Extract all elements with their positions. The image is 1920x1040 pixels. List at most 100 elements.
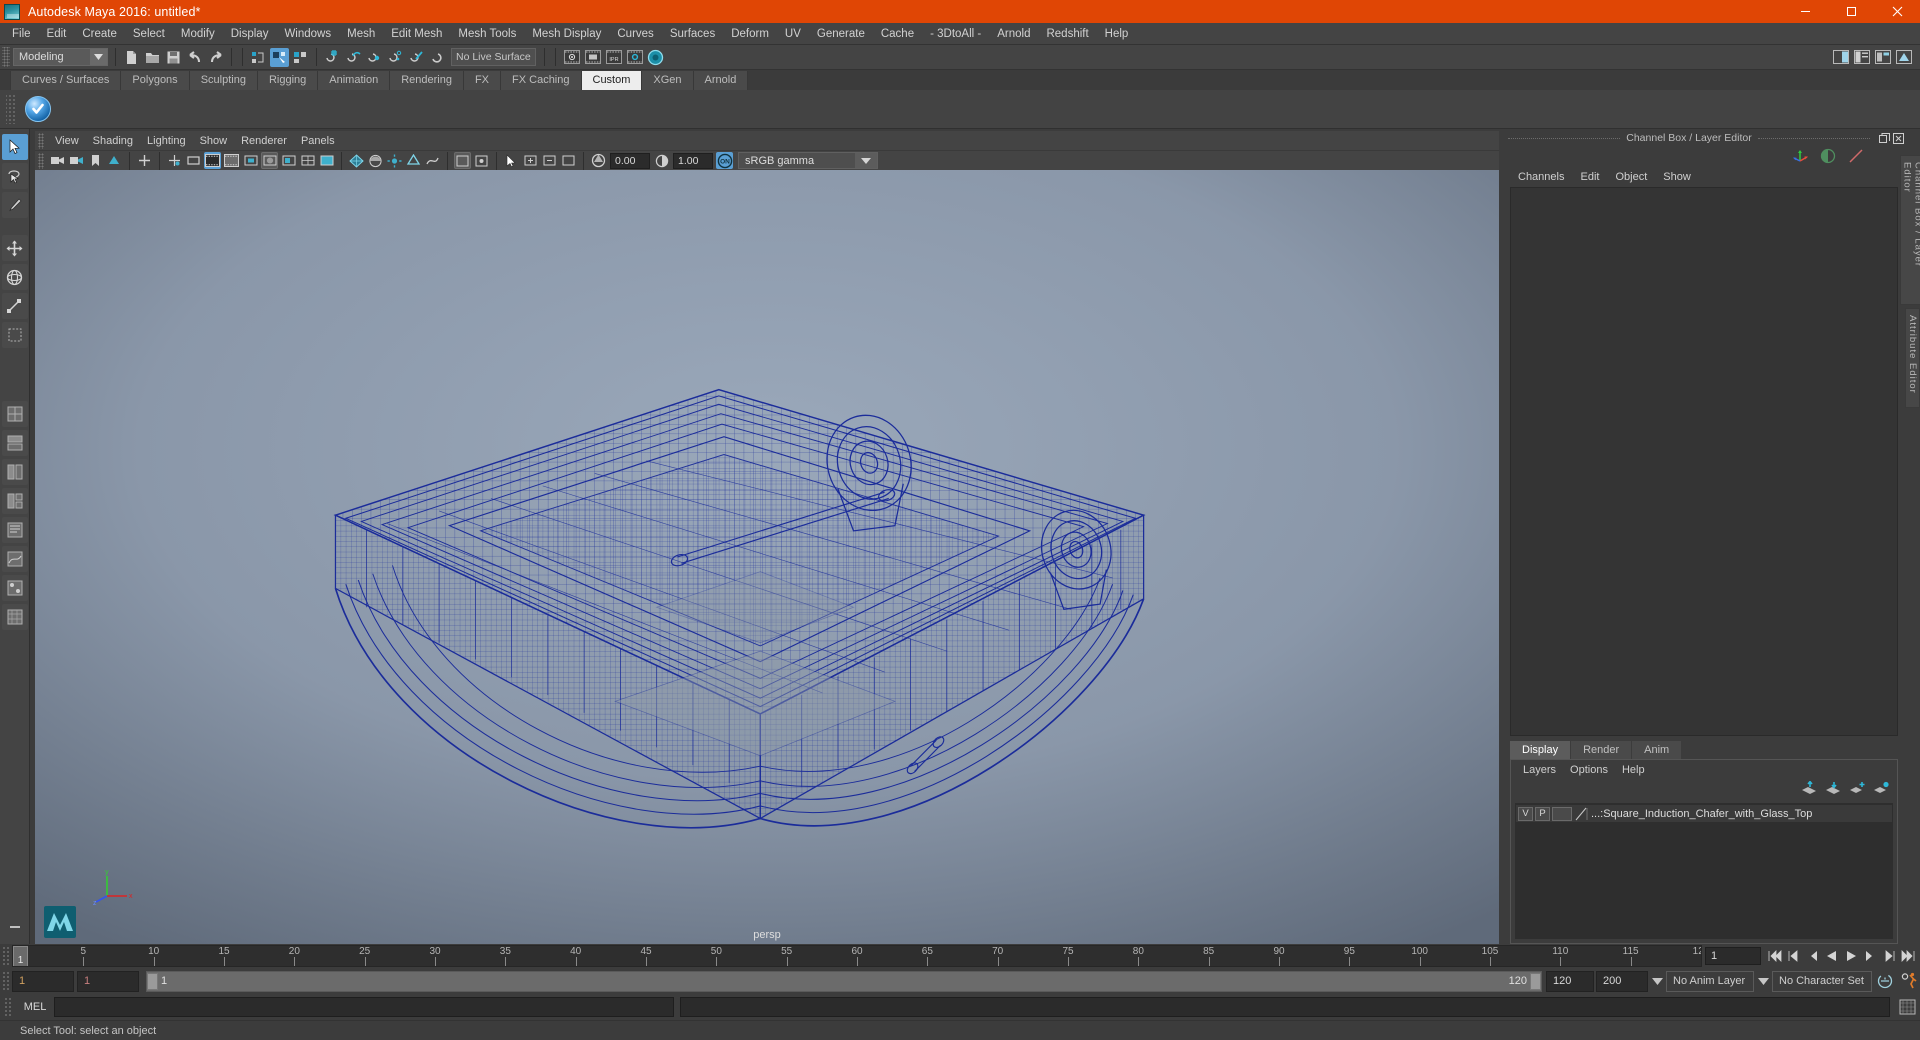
maximize-button[interactable] bbox=[1828, 0, 1874, 23]
last-tool-used[interactable] bbox=[1, 322, 28, 348]
resolution-gate-icon[interactable] bbox=[204, 152, 221, 169]
smooth-shade-icon[interactable] bbox=[318, 152, 335, 169]
exposure-icon[interactable] bbox=[590, 152, 607, 169]
exposure-field[interactable]: 0.00 bbox=[610, 152, 650, 169]
minimize-button[interactable] bbox=[1782, 0, 1828, 23]
animation-start-field[interactable]: 1 bbox=[12, 970, 74, 992]
persp-uv-layout[interactable] bbox=[1, 604, 28, 630]
select-hierarchy-icon[interactable] bbox=[249, 48, 268, 67]
gamma-icon[interactable] bbox=[653, 152, 670, 169]
tool-settings-icon[interactable] bbox=[1873, 48, 1892, 67]
menu-curves[interactable]: Curves bbox=[609, 24, 661, 44]
select-tool[interactable] bbox=[1, 134, 28, 160]
layer-name[interactable]: ...:Square_Induction_Chafer_with_Glass_T… bbox=[1591, 808, 1812, 820]
shelf-tab-animation[interactable]: Animation bbox=[318, 71, 391, 90]
channel-box-menu-channels[interactable]: Channels bbox=[1510, 169, 1572, 185]
layer-visibility-toggle[interactable]: V bbox=[1518, 806, 1533, 821]
snap-projected-icon[interactable] bbox=[386, 48, 405, 67]
viewport-menu-renderer[interactable]: Renderer bbox=[234, 133, 294, 149]
shelf-tab-rendering[interactable]: Rendering bbox=[390, 71, 464, 90]
menu-mesh-display[interactable]: Mesh Display bbox=[524, 24, 609, 44]
anim-layer-selector[interactable]: No Anim Layer bbox=[1666, 970, 1754, 992]
hypershade-layout[interactable] bbox=[1, 575, 28, 601]
channel-box-attribute-list[interactable] bbox=[1510, 187, 1898, 736]
menuset-selector[interactable]: Modeling bbox=[13, 48, 108, 66]
layer-row[interactable]: V P ...:Square_Induction_Chafer_with_Gla… bbox=[1516, 805, 1892, 822]
isolate-select-remove-icon[interactable] bbox=[541, 152, 558, 169]
viewport-toolbar-grip[interactable] bbox=[38, 152, 44, 169]
two-d-pan-zoom-icon[interactable] bbox=[136, 152, 153, 169]
rotate-tool[interactable] bbox=[1, 264, 28, 290]
play-backwards-icon[interactable] bbox=[1822, 947, 1841, 966]
view-transform-selector[interactable]: sRGB gamma bbox=[738, 152, 878, 169]
gamma-field[interactable]: 1.00 bbox=[673, 152, 713, 169]
hypershade-icon[interactable] bbox=[646, 48, 665, 67]
shadows-icon[interactable] bbox=[280, 152, 297, 169]
close-button[interactable] bbox=[1874, 0, 1920, 23]
side-tab-attribute-editor[interactable]: Attribute Editor bbox=[1905, 308, 1920, 408]
film-gate-icon[interactable] bbox=[185, 152, 202, 169]
two-pane-side-layout[interactable] bbox=[1, 459, 28, 485]
menu-deform[interactable]: Deform bbox=[723, 24, 777, 44]
layer-playback-toggle[interactable]: P bbox=[1535, 806, 1550, 821]
output-channels-icon[interactable] bbox=[1846, 146, 1866, 166]
shelf-tab-rigging[interactable]: Rigging bbox=[257, 71, 319, 90]
persp-graph-layout[interactable] bbox=[1, 546, 28, 572]
shape-channels-icon[interactable] bbox=[1818, 146, 1838, 166]
step-back-keyframe-icon[interactable] bbox=[1784, 947, 1803, 966]
layer-list[interactable]: V P ...:Square_Induction_Chafer_with_Gla… bbox=[1515, 803, 1893, 939]
new-scene-icon[interactable] bbox=[122, 48, 141, 67]
snap-view-plane-icon[interactable] bbox=[407, 48, 426, 67]
xray-toggle-icon[interactable] bbox=[242, 152, 259, 169]
three-pane-layout[interactable] bbox=[1, 488, 28, 514]
menu-cache[interactable]: Cache bbox=[873, 24, 922, 44]
isolate-select-clear-icon[interactable] bbox=[560, 152, 577, 169]
motion-blur-icon[interactable] bbox=[424, 152, 441, 169]
menu-file[interactable]: File bbox=[4, 24, 39, 44]
menu-generate[interactable]: Generate bbox=[809, 24, 873, 44]
four-view-layout[interactable] bbox=[1, 430, 28, 456]
shelf-tab-fx-caching[interactable]: FX Caching bbox=[501, 71, 582, 90]
go-to-start-icon[interactable] bbox=[1765, 947, 1784, 966]
open-scene-icon[interactable] bbox=[143, 48, 162, 67]
viewport-menu-shading[interactable]: Shading bbox=[86, 133, 140, 149]
isolate-select-add-icon[interactable] bbox=[522, 152, 539, 169]
render-region-icon[interactable] bbox=[583, 48, 602, 67]
gate-mask-icon[interactable] bbox=[223, 152, 240, 169]
time-slider-cursor[interactable]: 1 bbox=[13, 946, 28, 966]
menu-uv[interactable]: UV bbox=[777, 24, 809, 44]
step-back-frame-icon[interactable] bbox=[1803, 947, 1822, 966]
xray-joints-icon[interactable] bbox=[261, 152, 278, 169]
textured-icon[interactable] bbox=[367, 152, 384, 169]
shelf-grip[interactable] bbox=[6, 94, 16, 124]
layer-tab-render[interactable]: Render bbox=[1571, 741, 1632, 759]
menu-modify[interactable]: Modify bbox=[173, 24, 223, 44]
menu-create[interactable]: Create bbox=[74, 24, 125, 44]
playback-start-field[interactable]: 1 bbox=[77, 970, 139, 992]
current-frame-field[interactable]: 1 bbox=[1705, 947, 1761, 965]
redo-icon[interactable] bbox=[206, 48, 225, 67]
menu-3dtoall[interactable]: - 3DtoAll - bbox=[922, 24, 989, 44]
screen-space-ao-icon[interactable] bbox=[405, 152, 422, 169]
modeling-toolkit-icon[interactable] bbox=[1894, 48, 1913, 67]
viewport-menu-grip[interactable] bbox=[38, 132, 44, 149]
viewport-menu-lighting[interactable]: Lighting bbox=[140, 133, 193, 149]
select-component-icon[interactable] bbox=[291, 48, 310, 67]
menu-arnold[interactable]: Arnold bbox=[989, 24, 1038, 44]
save-scene-icon[interactable] bbox=[164, 48, 183, 67]
channel-box-toggle-icon[interactable] bbox=[1831, 48, 1850, 67]
shelf-tab-fx[interactable]: FX bbox=[463, 71, 502, 90]
layer-tab-anim[interactable]: Anim bbox=[1632, 741, 1682, 759]
command-language-label[interactable]: MEL bbox=[16, 1001, 54, 1013]
render-settings-icon[interactable] bbox=[625, 48, 644, 67]
image-plane-icon[interactable] bbox=[106, 152, 123, 169]
undo-icon[interactable] bbox=[185, 48, 204, 67]
move-layer-down-icon[interactable] bbox=[1825, 781, 1841, 800]
time-slider-grip[interactable] bbox=[2, 946, 10, 966]
go-to-end-icon[interactable] bbox=[1898, 947, 1917, 966]
layer-menu-help[interactable]: Help bbox=[1615, 762, 1652, 778]
move-tool[interactable] bbox=[1, 235, 28, 261]
shelf-tab-arnold[interactable]: Arnold bbox=[693, 71, 749, 90]
menu-redshift[interactable]: Redshift bbox=[1038, 24, 1096, 44]
use-lights-icon[interactable] bbox=[386, 152, 403, 169]
